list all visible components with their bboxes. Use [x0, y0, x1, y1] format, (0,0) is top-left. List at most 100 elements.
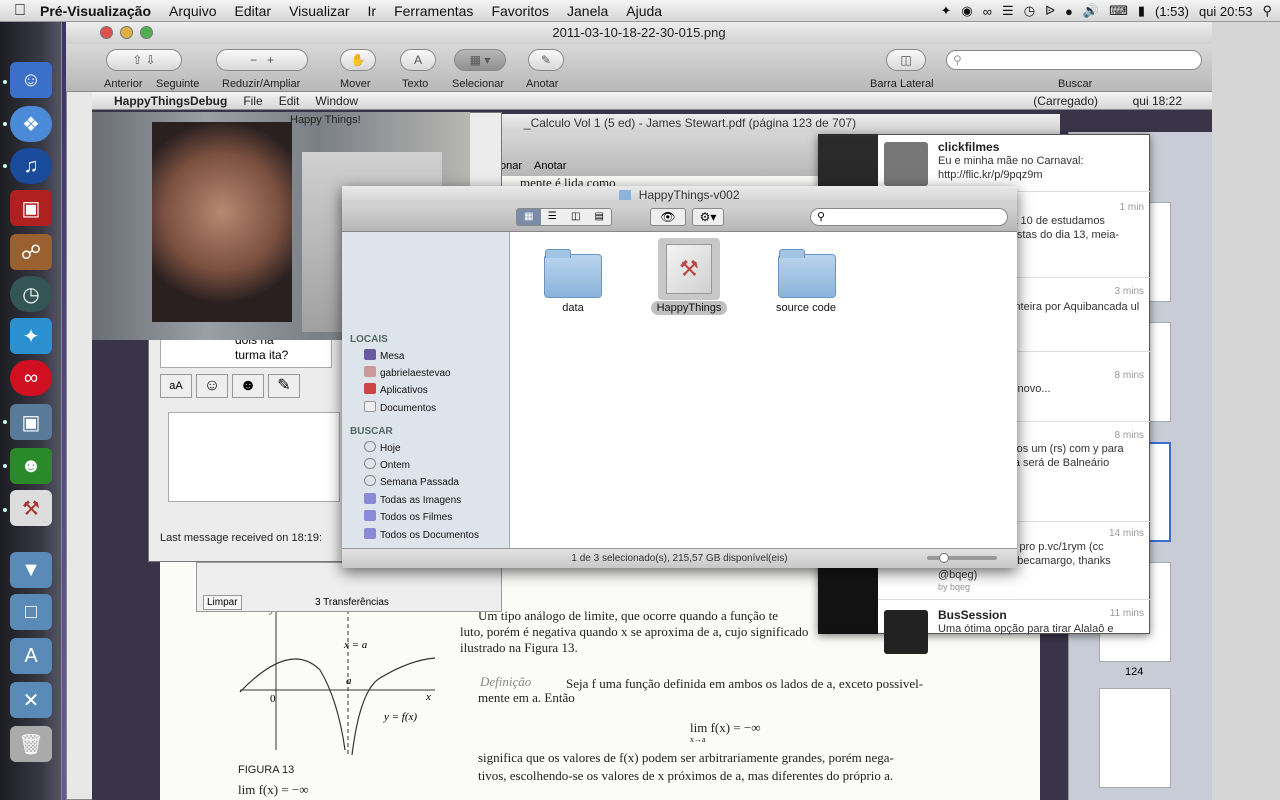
pdf-para1: Um tipo análogo de limite, que ocorre qu… — [478, 608, 778, 623]
menu-favoritos[interactable]: Favoritos — [491, 3, 549, 19]
zoom-button-group[interactable]: − + — [216, 49, 308, 71]
quicklook-button[interactable]: 👁 — [650, 208, 686, 226]
preview-dock-icon[interactable]: ▣ — [10, 404, 52, 440]
icon-size-slider[interactable] — [927, 553, 997, 563]
file-label-data[interactable]: data — [523, 302, 623, 314]
sidebar-item-today[interactable]: Hoje — [364, 440, 401, 457]
coverflow-button[interactable]: ▤ — [587, 209, 611, 225]
move-tool-button[interactable]: ✋ — [340, 49, 376, 71]
folder-icon[interactable] — [544, 249, 602, 298]
sidebar-item-yesterday[interactable]: Ontem — [364, 457, 410, 474]
prev-next-button[interactable]: ⇧ ⇩ — [106, 49, 182, 71]
file-label-happythings[interactable]: HappyThings — [639, 301, 739, 315]
text-tool-button[interactable]: A — [400, 49, 436, 71]
font-button[interactable]: aA — [160, 374, 192, 398]
sidebar-item-documents[interactable]: Documentos — [364, 400, 436, 417]
sidebar-item-last-week[interactable]: Semana Passada — [364, 474, 459, 491]
preview-title-bar: 2011-03-10-18-22-30-015.png — [66, 22, 1212, 44]
safari-dock-icon[interactable]: ❖ — [10, 106, 52, 142]
finder-status-text: 1 de 3 selecionado(s), 215,57 GB disponí… — [571, 553, 788, 564]
twitter-status-icon[interactable]: ✦ — [941, 3, 952, 19]
twitter-dock-icon[interactable]: ✦ — [10, 318, 52, 354]
icon-view-button[interactable]: ▦ — [517, 209, 541, 225]
column-view-button[interactable]: ◫ — [564, 209, 588, 225]
sidebar-item-all-movies[interactable]: Todos os Filmes — [364, 509, 452, 526]
clock[interactable]: qui 20:53 — [1199, 4, 1253, 19]
wifi-icon[interactable]: ● — [1065, 4, 1073, 19]
lastfm-status-icon[interactable]: ∞ — [983, 4, 992, 19]
sidebar-item-home[interactable]: gabrielaestevao — [364, 365, 451, 382]
inner-menu-file: File — [243, 93, 263, 108]
finder-toolbar: ▦ ☰ ◫ ▤ 👁 ⚙▾ ⚲ — [342, 204, 1017, 232]
time-machine-dock-icon[interactable]: ◷ — [10, 276, 52, 312]
emoticon-button[interactable]: ☻ — [232, 374, 264, 398]
trash-dock-icon[interactable]: 🗑 — [10, 726, 52, 762]
sidebar-item-desktop[interactable]: Mesa — [364, 348, 404, 365]
chat-input[interactable] — [168, 412, 340, 502]
itunes-dock-icon[interactable]: ♫ — [10, 148, 52, 184]
attach-button[interactable]: ✎ — [268, 374, 300, 398]
annotate-button[interactable]: ✎ — [528, 49, 564, 71]
folder-icon[interactable] — [778, 249, 836, 298]
finder-dock-icon[interactable]: ☺ — [10, 62, 52, 98]
close-button[interactable] — [100, 26, 113, 39]
menu-janela[interactable]: Janela — [567, 3, 608, 19]
minimize-button[interactable] — [120, 26, 133, 39]
desktop-icon — [364, 349, 376, 360]
menu-ferramentas[interactable]: Ferramentas — [394, 3, 473, 19]
volume-icon[interactable]: 🔊 — [1083, 3, 1099, 19]
finder-title: HappyThings-v002 — [638, 188, 740, 202]
tweet[interactable]: 11 mins BusSession Uma ótima opção para … — [878, 604, 1150, 654]
menu-visualizar[interactable]: Visualizar — [289, 3, 349, 19]
menu-editar[interactable]: Editar — [235, 3, 272, 19]
figure-13-graph: x = a a 0 x y y = f(x) — [239, 603, 436, 756]
search-label: Buscar — [1058, 78, 1093, 90]
utilities-stack-icon[interactable]: ✕ — [10, 682, 52, 718]
spotlight-icon[interactable]: ⚲ — [1262, 3, 1272, 19]
sidebar-item-applications[interactable]: Aplicativos — [364, 382, 428, 399]
search-input[interactable]: ⚲ — [946, 50, 1202, 70]
file-label-source-code[interactable]: source code — [756, 302, 856, 314]
bluetooth-icon[interactable]: ᐉ — [1045, 3, 1055, 19]
applications-stack-icon[interactable]: A — [10, 638, 52, 674]
menu-ajuda[interactable]: Ajuda — [626, 3, 662, 19]
script-status-icon[interactable]: ☰ — [1002, 3, 1014, 19]
sidebar-item-all-images[interactable]: Todas as Imagens — [364, 492, 461, 509]
lastfm-dock-icon[interactable]: ∞ — [10, 360, 52, 396]
photo-booth-dock-icon[interactable]: ▣ — [10, 190, 52, 226]
iphoto-dock-icon[interactable]: ☍ — [10, 234, 52, 270]
keyboard-icon[interactable]: ⌨ — [1109, 3, 1128, 19]
battery-time[interactable]: (1:53) — [1155, 4, 1189, 19]
search-heading: BUSCAR — [350, 426, 393, 437]
xcode-dock-icon[interactable]: ⚒ — [10, 490, 52, 526]
menu-app-name[interactable]: Pré-Visualização — [40, 3, 151, 19]
finder-search-input[interactable]: ⚲ — [810, 208, 1008, 226]
text-label: Texto — [402, 78, 429, 90]
menu-arquivo[interactable]: Arquivo — [169, 3, 216, 19]
select-tool-button[interactable]: ▦ ▾ — [454, 49, 506, 71]
downloads-stack-icon[interactable]: ▼ — [10, 552, 52, 588]
battery-icon[interactable]: ▮ — [1138, 3, 1145, 19]
tweet-body: Eu e minha mãe no Carnaval: http://flic.… — [938, 155, 1084, 181]
slider-thumb[interactable] — [939, 553, 949, 563]
clear-button[interactable]: Limpar — [203, 595, 242, 610]
sidebar-toggle-button[interactable]: ◫ — [886, 49, 926, 71]
growl-status-icon[interactable]: ◉ — [961, 3, 972, 19]
menu-ir[interactable]: Ir — [368, 3, 377, 19]
zoom-button[interactable] — [140, 26, 153, 39]
contacts-button[interactable]: ☺ — [196, 374, 228, 398]
clock-icon — [364, 441, 376, 452]
clock-icon — [364, 458, 376, 469]
page-thumbnail[interactable] — [1099, 688, 1171, 788]
list-view-button[interactable]: ☰ — [540, 209, 564, 225]
chat-status-text: Last message received on 18:19: — [160, 532, 323, 544]
timemachine-status-icon[interactable]: ◷ — [1024, 3, 1035, 19]
documents-stack-icon[interactable]: □ — [10, 594, 52, 630]
tweet-user[interactable]: clickfilmes — [938, 140, 1144, 154]
sidebar-item-all-documents[interactable]: Todos os Documentos — [364, 527, 479, 544]
tweet[interactable]: clickfilmes Eu e minha mãe no Carnaval: … — [878, 136, 1150, 192]
adium-dock-icon[interactable]: ☻ — [10, 448, 52, 484]
xcode-app-icon[interactable]: ⚒ — [666, 244, 712, 294]
apple-icon[interactable]:  — [0, 2, 40, 20]
action-menu-button[interactable]: ⚙▾ — [692, 208, 724, 226]
